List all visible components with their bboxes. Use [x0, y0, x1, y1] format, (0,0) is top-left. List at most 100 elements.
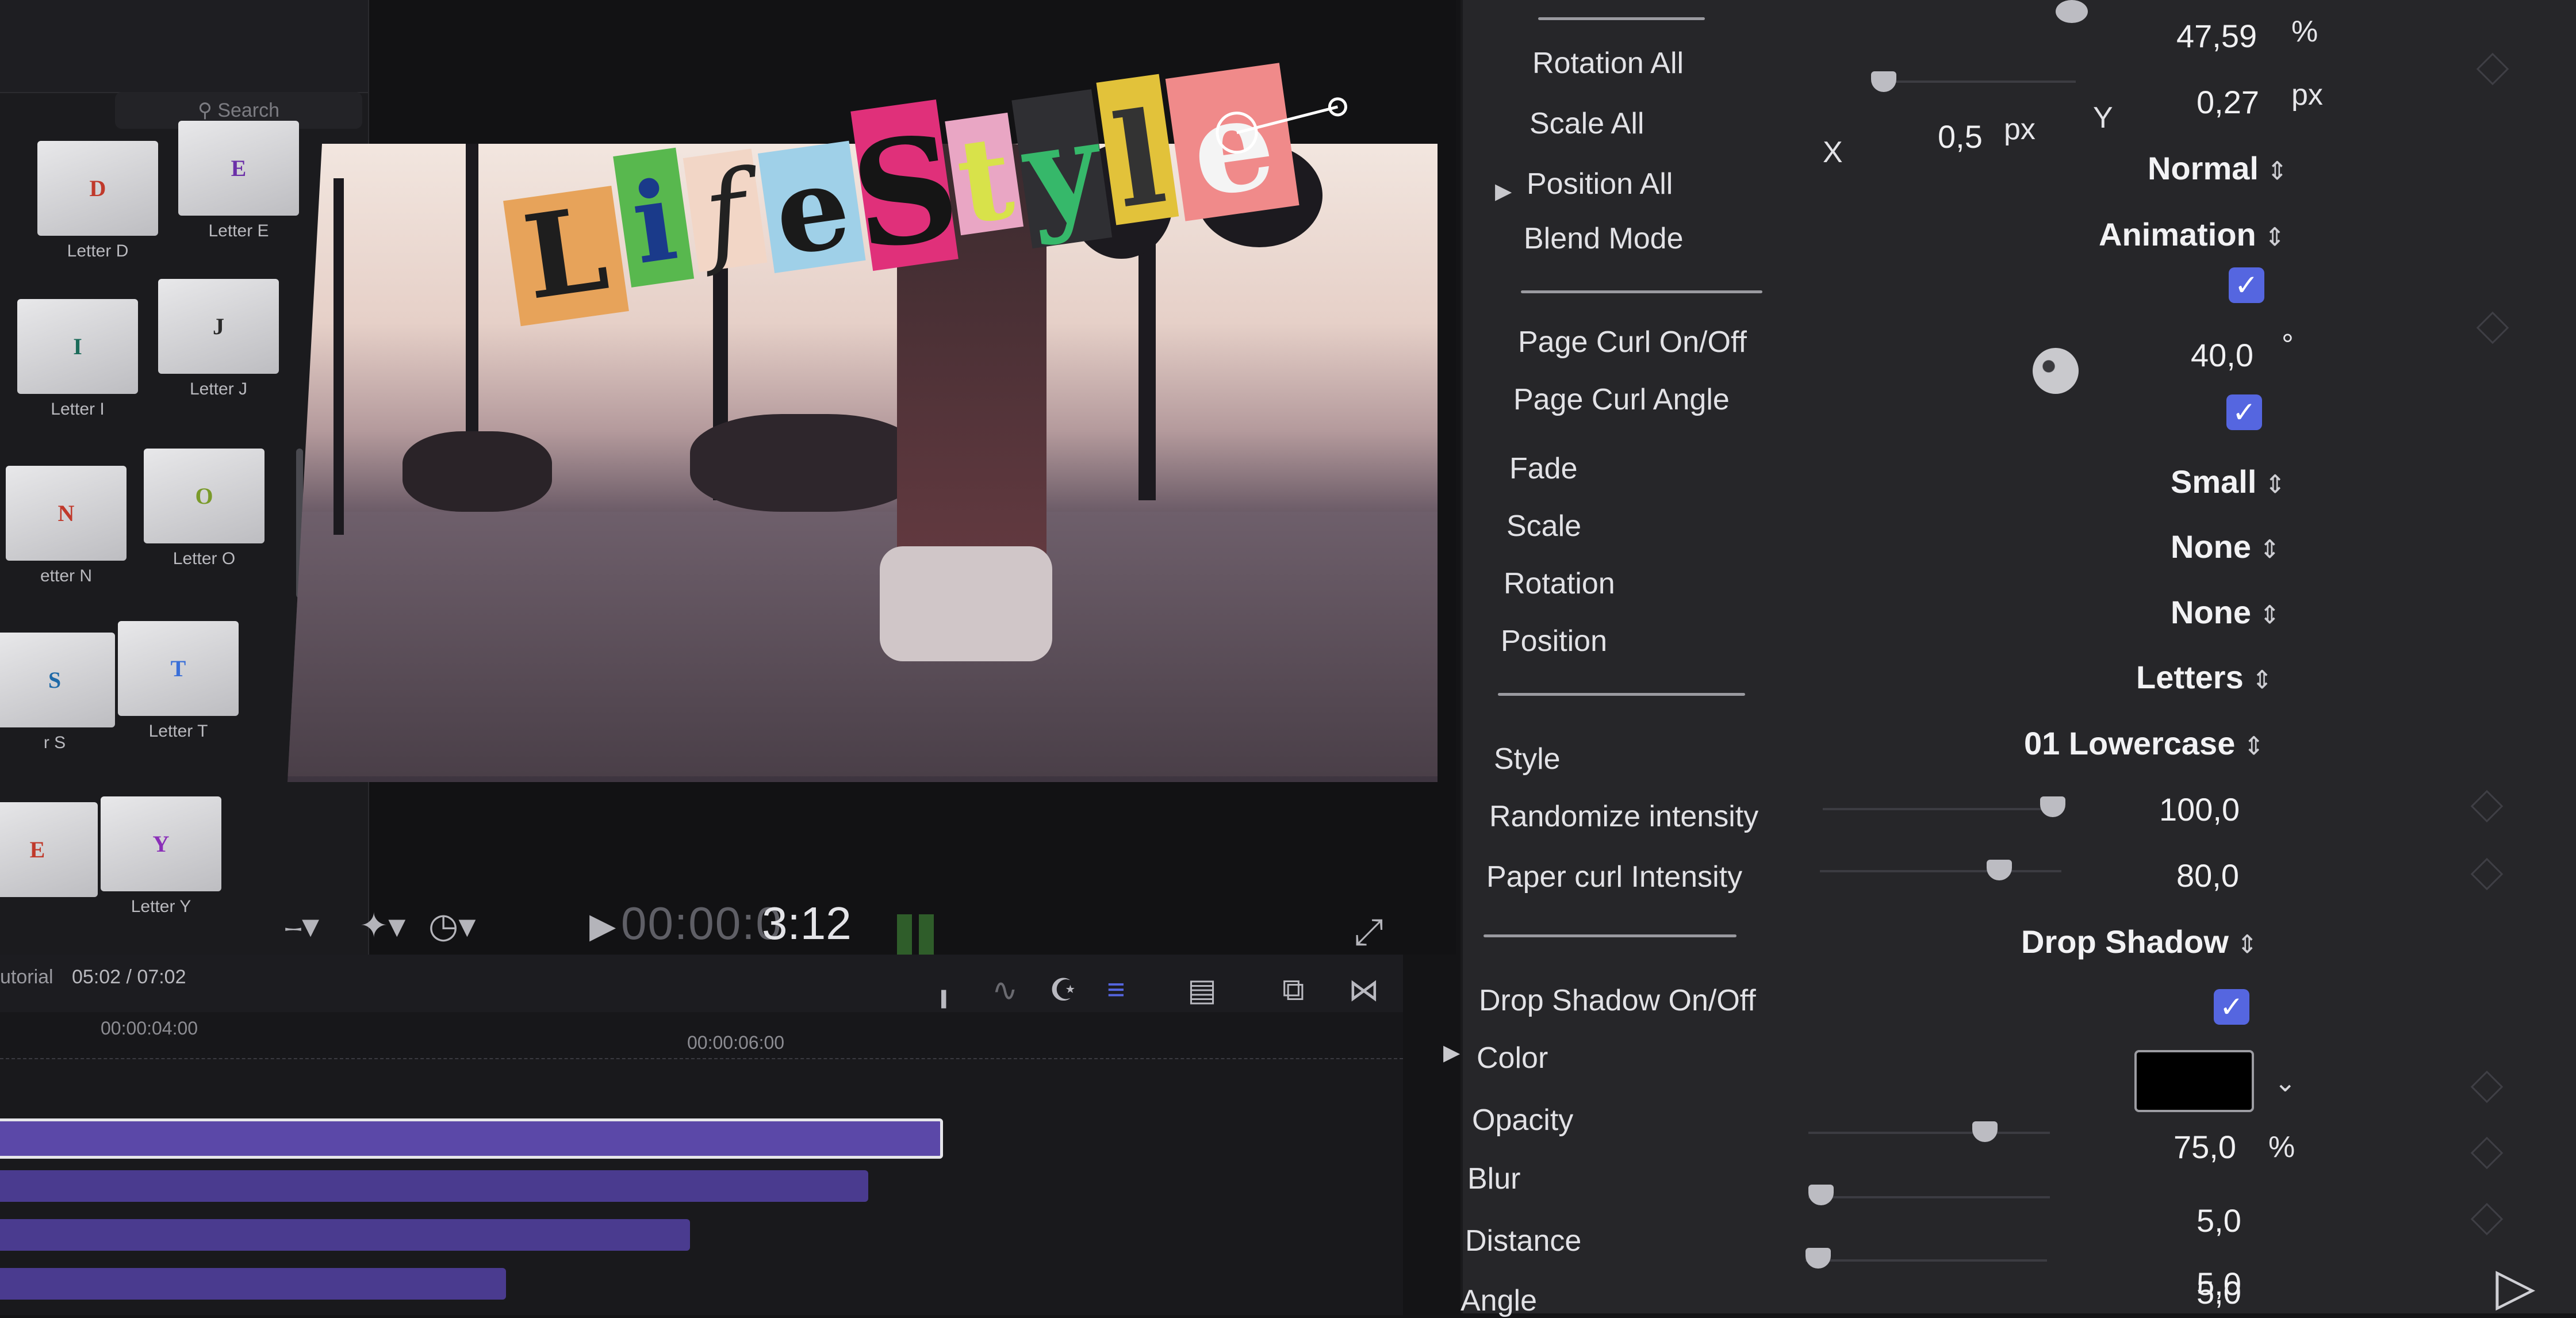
timeline-clip[interactable] — [0, 1219, 690, 1251]
section-divider — [1498, 693, 1745, 696]
effects-wand-icon[interactable]: ✦▾ — [359, 891, 405, 960]
audio-skimming-icon[interactable]: ∿ — [992, 972, 1018, 1008]
disclosure-triangle-icon[interactable]: ▶ — [1495, 178, 1512, 204]
timecode-current: 3:12 — [762, 898, 852, 949]
transitions-icon[interactable]: ⋈ — [1348, 972, 1379, 1008]
randomize-intensity-label: Randomize intensity — [1489, 800, 1759, 833]
position-popup[interactable]: Letters ⇕ — [2136, 658, 2273, 696]
scale-all-y-unit: px — [2291, 78, 2323, 112]
drop-shadow-popup[interactable]: Drop Shadow ⇕ — [2021, 923, 2258, 960]
browser-header — [0, 0, 368, 93]
thumbnail-label: Letter T — [148, 722, 208, 741]
thumbnail-glyph: D — [89, 175, 106, 201]
angle-value[interactable]: 5,0 — [2196, 1274, 2241, 1311]
solo-headphones-icon[interactable]: ☪ — [1049, 972, 1077, 1008]
style-popup[interactable]: 01 Lowercase ⇕ — [2024, 725, 2264, 762]
opacity-label: Opacity — [1472, 1104, 1574, 1137]
blend-mode-popup[interactable]: Normal ⇕ — [2148, 150, 2288, 187]
page-curl-angle-label: Page Curl Angle — [1513, 383, 1730, 416]
thumbnail-label: r S — [43, 733, 66, 752]
effect-thumbnail[interactable]: T Letter T — [118, 621, 239, 741]
blur-value[interactable]: 5,0 — [2196, 1202, 2241, 1239]
distance-slider-track[interactable] — [1805, 1259, 2047, 1262]
index-icon[interactable]: ⧉ — [1282, 972, 1305, 1008]
clip-filmstrip-icon[interactable]: ▤ — [1187, 972, 1217, 1008]
chevron-down-icon[interactable]: ⌄ — [2274, 1067, 2297, 1098]
blend-mode-value: Normal — [2148, 150, 2259, 186]
play-logo-icon: ▷ — [2496, 1258, 2536, 1316]
drop-shadow-onoff-label: Drop Shadow On/Off — [1479, 984, 1756, 1017]
rotation-popup[interactable]: None ⇕ — [2171, 593, 2280, 631]
randomize-slider-track[interactable] — [1823, 808, 2064, 810]
opacity-value[interactable]: 75,0 — [2174, 1128, 2236, 1166]
scale-all-y-value[interactable]: 0,27 — [2196, 83, 2259, 121]
clip-appearance-icon[interactable]: ╻ — [934, 972, 953, 1008]
effect-thumbnail[interactable]: D Letter D — [37, 141, 158, 260]
timeline-ruler[interactable]: 00:00:04:00 00:00:06:00 — [0, 1012, 1403, 1059]
paper-curl-intensity-value[interactable]: 80,0 — [2176, 857, 2239, 894]
thumbnail-glyph: S — [48, 667, 62, 693]
effect-thumbnail[interactable]: J Letter J — [158, 279, 279, 399]
title-lifestyle[interactable]: L i f e S t y l e — [494, 63, 1414, 327]
thumbnail-glyph: I — [73, 334, 82, 359]
shrub — [690, 414, 920, 512]
scale-label: Scale — [1506, 509, 1582, 543]
blur-slider-track[interactable] — [1808, 1196, 2050, 1198]
roller-skate — [880, 546, 1052, 661]
page-curl-checkbox[interactable]: ✓ — [2229, 267, 2264, 303]
road — [288, 512, 1438, 776]
rotation-all-slider-track[interactable] — [1886, 81, 2076, 83]
drop-shadow-checkbox[interactable]: ✓ — [2214, 989, 2249, 1025]
page-curl-angle-checkbox[interactable]: ✓ — [2226, 394, 2262, 430]
chevron-updown-icon: ⇕ — [2251, 666, 2273, 694]
effect-thumbnail[interactable]: S r S — [0, 633, 115, 752]
speed-icon[interactable]: ◷▾ — [428, 891, 476, 960]
timeline-clip[interactable] — [0, 1170, 868, 1202]
opacity-slider-track[interactable] — [1808, 1132, 2050, 1134]
animation-popup[interactable]: Animation ⇕ — [2099, 216, 2286, 253]
page-curl-angle-dial[interactable] — [2033, 348, 2079, 394]
play-icon[interactable]: ▶ — [589, 891, 616, 960]
drop-shadow-popup-value: Drop Shadow — [2021, 924, 2229, 960]
scale-all-label: Scale All — [1529, 107, 1644, 140]
meter-bar-right — [919, 914, 934, 960]
position-all-label: Position All — [1527, 167, 1673, 201]
scale-all-x-value[interactable]: 0,5 — [1938, 118, 1983, 155]
page-curl-angle-unit: ° — [2282, 328, 2294, 362]
chevron-updown-icon: ⇕ — [2259, 601, 2280, 629]
title-clip-selected[interactable] — [0, 1118, 943, 1159]
crop-icon[interactable]: ⧿▾ — [285, 891, 319, 960]
chevron-updown-icon: ⇕ — [2266, 157, 2288, 185]
effect-thumbnail[interactable]: I Letter I — [17, 299, 138, 419]
color-well[interactable] — [2134, 1050, 2254, 1112]
effect-thumbnail[interactable]: E — [0, 802, 98, 911]
style-label: Style — [1494, 742, 1561, 776]
page-curl-onoff-label: Page Curl On/Off — [1518, 325, 1747, 359]
effect-thumbnail[interactable]: O Letter O — [144, 449, 264, 568]
search-icon: ⚲ — [197, 99, 212, 121]
page-curl-angle-value[interactable]: 40,0 — [2191, 336, 2253, 374]
chevron-updown-icon: ⇕ — [2243, 732, 2265, 760]
letter-glyph: y — [1014, 91, 1113, 250]
section-divider — [1538, 17, 1705, 20]
chevron-updown-icon: ⇕ — [2236, 930, 2258, 959]
thumbnail-label: Letter O — [172, 549, 236, 568]
rotation-all-value[interactable]: 47,59 — [2176, 17, 2257, 55]
top-dial[interactable] — [2056, 0, 2088, 23]
chevron-updown-icon: ⇕ — [2264, 470, 2286, 499]
paper-curl-slider-track[interactable] — [1820, 870, 2061, 872]
thumbnail-glyph: O — [195, 483, 213, 509]
snapping-icon[interactable]: ≡ — [1107, 972, 1125, 1007]
thumbnail-glyph: N — [57, 500, 75, 526]
effect-thumbnail[interactable]: N etter N — [6, 466, 126, 585]
timeline-clip[interactable] — [0, 1268, 506, 1300]
randomize-intensity-value[interactable]: 100,0 — [2159, 791, 2240, 828]
effect-thumbnail[interactable]: Y Letter Y — [101, 796, 221, 916]
fade-popup[interactable]: Small ⇕ — [2171, 463, 2286, 500]
rotation-all-unit: % — [2291, 15, 2318, 48]
chevron-updown-icon: ⇕ — [2264, 223, 2286, 251]
disclosure-triangle-icon[interactable]: ▶ — [1443, 1040, 1460, 1066]
animation-popup-value: Animation — [2099, 216, 2256, 252]
effect-thumbnail[interactable]: E Letter E — [178, 121, 299, 240]
scale-popup[interactable]: None ⇕ — [2171, 528, 2280, 565]
